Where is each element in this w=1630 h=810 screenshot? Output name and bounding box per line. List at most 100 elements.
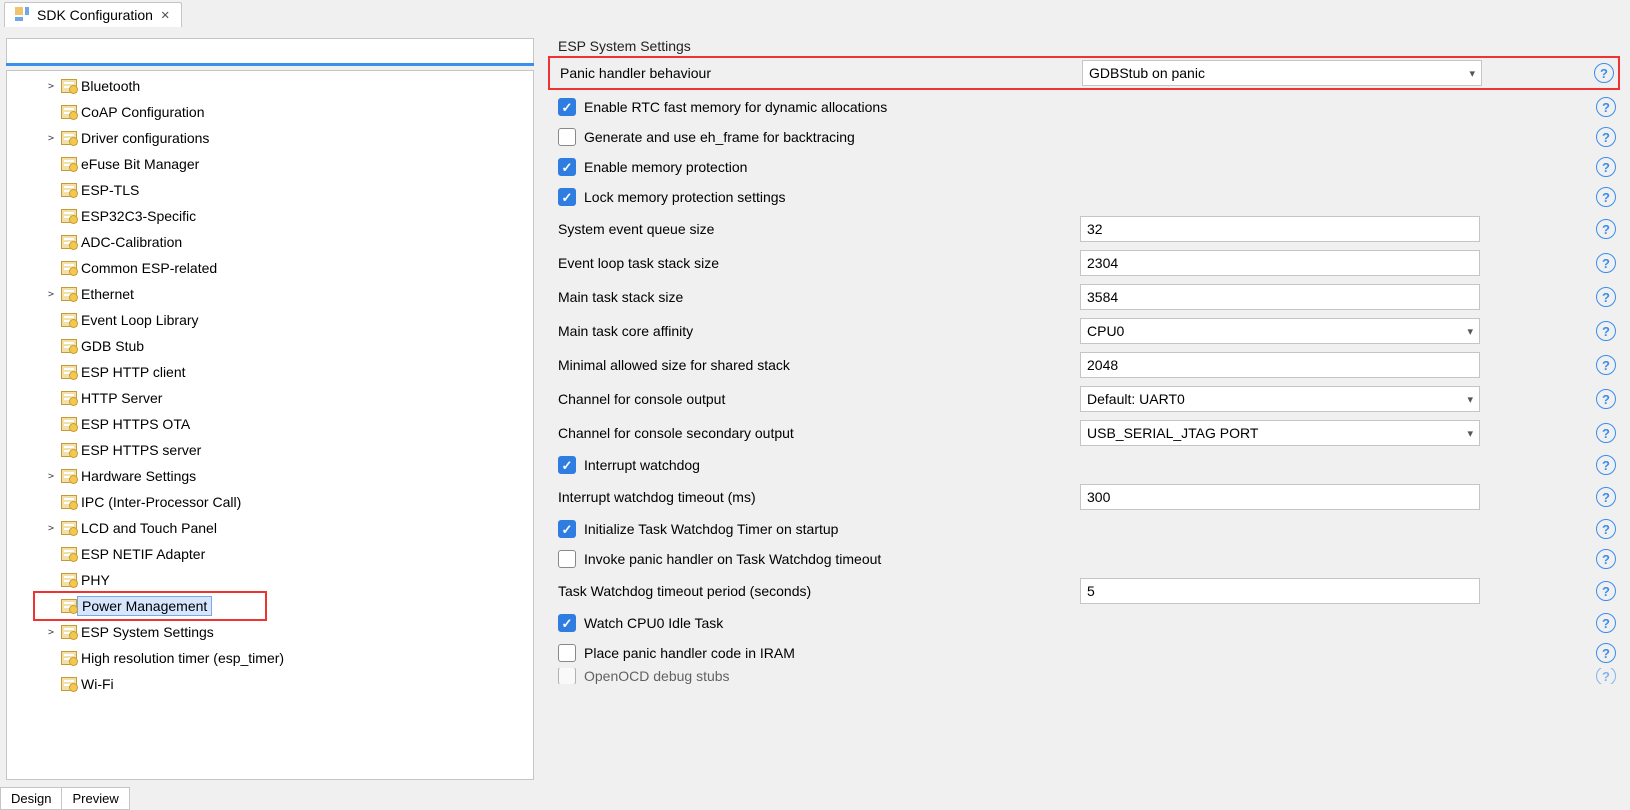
help-icon[interactable]: ? [1596, 127, 1616, 147]
help-icon[interactable]: ? [1596, 287, 1616, 307]
category-icon [61, 79, 77, 93]
tree-item[interactable]: eFuse Bit Manager [7, 151, 533, 177]
category-tree[interactable]: >BluetoothCoAP Configuration>Driver conf… [6, 70, 534, 780]
help-icon[interactable]: ? [1596, 187, 1616, 207]
tree-item-label: ESP System Settings [77, 623, 218, 641]
chevron-right-icon[interactable]: > [45, 133, 57, 144]
tree-item[interactable]: >Driver configurations [7, 125, 533, 151]
tree-item[interactable]: Common ESP-related [7, 255, 533, 281]
help-icon[interactable]: ? [1596, 613, 1616, 633]
dropdown[interactable]: USB_SERIAL_JTAG PORT▾ [1080, 420, 1480, 446]
checkbox[interactable] [558, 98, 576, 116]
settings-panel[interactable]: Panic handler behaviourGDBStub on panic▾… [540, 56, 1624, 780]
dropdown-value: GDBStub on panic [1089, 65, 1205, 81]
category-icon [61, 105, 77, 119]
tree-item[interactable]: >Bluetooth [7, 73, 533, 99]
view-tab[interactable]: Preview [62, 787, 129, 810]
chevron-right-icon[interactable]: > [45, 289, 57, 300]
help-icon[interactable]: ? [1596, 321, 1616, 341]
help-icon[interactable]: ? [1596, 643, 1616, 663]
text-input[interactable] [1080, 250, 1480, 276]
help-icon[interactable]: ? [1596, 253, 1616, 273]
chevron-right-icon[interactable]: > [45, 523, 57, 534]
setting-label: Interrupt watchdog timeout (ms) [550, 489, 1070, 505]
text-input[interactable] [1080, 352, 1480, 378]
setting-label: Event loop task stack size [550, 255, 1070, 271]
tree-item[interactable]: >Ethernet [7, 281, 533, 307]
tree-item-label: HTTP Server [77, 389, 166, 407]
text-input[interactable] [1080, 484, 1480, 510]
checkbox[interactable] [558, 550, 576, 568]
setting-row: Initialize Task Watchdog Timer on startu… [550, 514, 1618, 544]
help-icon[interactable]: ? [1596, 487, 1616, 507]
setting-row: OpenOCD debug stubs? [550, 668, 1618, 684]
view-tab[interactable]: Design [0, 787, 62, 810]
text-input[interactable] [1080, 578, 1480, 604]
tree-item-label: Power Management [77, 596, 212, 616]
help-icon[interactable]: ? [1596, 581, 1616, 601]
setting-row: Interrupt watchdog timeout (ms)? [550, 480, 1618, 514]
chevron-right-icon[interactable]: > [45, 471, 57, 482]
tree-item[interactable]: GDB Stub [7, 333, 533, 359]
tree-item[interactable]: >LCD and Touch Panel [7, 515, 533, 541]
tree-item[interactable]: High resolution timer (esp_timer) [7, 645, 533, 671]
help-icon[interactable]: ? [1596, 519, 1616, 539]
tree-item[interactable]: > ESP System Settings [7, 619, 533, 645]
tree-item[interactable]: ESP-TLS [7, 177, 533, 203]
setting-label: Minimal allowed size for shared stack [550, 357, 1070, 373]
help-icon[interactable]: ? [1594, 63, 1614, 83]
checkbox[interactable] [558, 520, 576, 538]
category-icon [61, 625, 77, 639]
tree-item[interactable]: IPC (Inter-Processor Call) [7, 489, 533, 515]
help-icon[interactable]: ? [1596, 423, 1616, 443]
setting-row: Enable memory protection? [550, 152, 1618, 182]
checkbox[interactable] [558, 128, 576, 146]
checkbox[interactable] [558, 158, 576, 176]
setting-label: Channel for console secondary output [550, 425, 1070, 441]
checkbox[interactable] [558, 614, 576, 632]
tree-item[interactable]: ESP HTTPS server [7, 437, 533, 463]
tree-item[interactable]: Wi-Fi [7, 671, 533, 697]
checkbox[interactable] [558, 188, 576, 206]
category-icon [61, 365, 77, 379]
tree-item[interactable]: PHY [7, 567, 533, 593]
editor-tab-sdk-config[interactable]: SDK Configuration ✕ [4, 2, 182, 27]
dropdown[interactable]: Default: UART0▾ [1080, 386, 1480, 412]
help-icon[interactable]: ? [1596, 157, 1616, 177]
dropdown[interactable]: CPU0▾ [1080, 318, 1480, 344]
help-icon[interactable]: ? [1596, 97, 1616, 117]
tree-item[interactable]: ESP NETIF Adapter [7, 541, 533, 567]
chevron-right-icon[interactable]: > [45, 627, 57, 638]
checkbox[interactable] [558, 644, 576, 662]
tree-item[interactable]: ESP HTTPS OTA [7, 411, 533, 437]
tree-item[interactable]: ESP32C3-Specific [7, 203, 533, 229]
tree-item[interactable]: >Hardware Settings [7, 463, 533, 489]
setting-row: Lock memory protection settings? [550, 182, 1618, 212]
tree-item[interactable]: Power Management [7, 593, 533, 619]
setting-label: Invoke panic handler on Task Watchdog ti… [584, 551, 881, 567]
setting-label: Generate and use eh_frame for backtracin… [584, 129, 855, 145]
dropdown[interactable]: GDBStub on panic▾ [1082, 60, 1482, 86]
tree-item-label: ESP HTTPS server [77, 441, 205, 459]
help-icon[interactable]: ? [1596, 219, 1616, 239]
tree-item[interactable]: HTTP Server [7, 385, 533, 411]
help-icon[interactable]: ? [1596, 668, 1616, 684]
text-input[interactable] [1080, 216, 1480, 242]
filter-input[interactable] [6, 38, 534, 64]
text-input[interactable] [1080, 284, 1480, 310]
tree-item[interactable]: Event Loop Library [7, 307, 533, 333]
tree-item[interactable]: CoAP Configuration [7, 99, 533, 125]
close-icon[interactable]: ✕ [159, 7, 171, 23]
help-icon[interactable]: ? [1596, 389, 1616, 409]
tree-item-label: ESP HTTPS OTA [77, 415, 194, 433]
help-icon[interactable]: ? [1596, 455, 1616, 475]
chevron-right-icon[interactable]: > [45, 81, 57, 92]
tree-item[interactable]: ESP HTTP client [7, 359, 533, 385]
category-icon [61, 495, 77, 509]
tree-item[interactable]: ADC-Calibration [7, 229, 533, 255]
checkbox[interactable] [558, 456, 576, 474]
help-icon[interactable]: ? [1596, 355, 1616, 375]
help-icon[interactable]: ? [1596, 549, 1616, 569]
checkbox[interactable] [558, 668, 576, 684]
setting-label: Watch CPU0 Idle Task [584, 615, 723, 631]
